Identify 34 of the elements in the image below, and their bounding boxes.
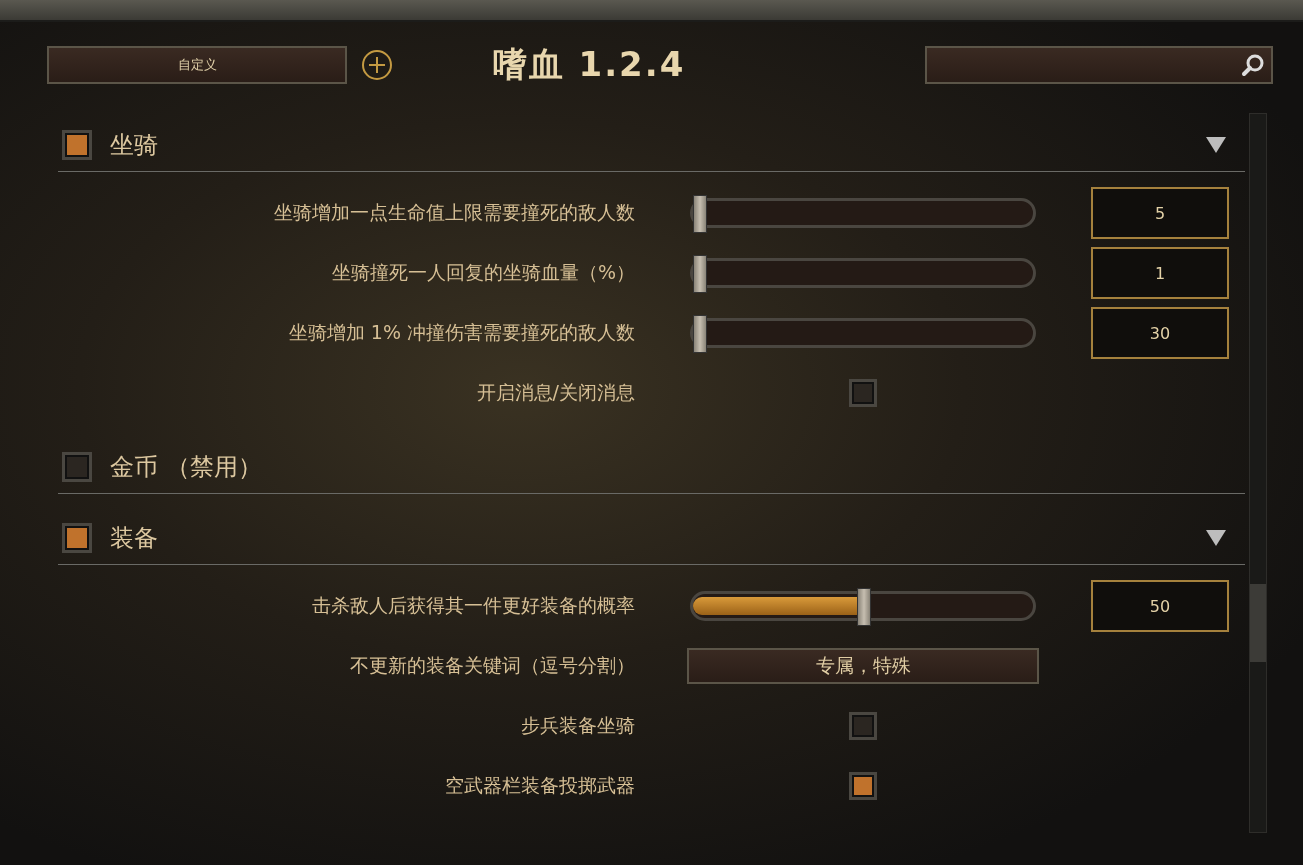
checkbox[interactable] <box>849 379 877 407</box>
add-icon[interactable] <box>361 49 393 81</box>
setting-label: 开启消息/关闭消息 <box>475 380 635 405</box>
setting-label: 步兵装备坐骑 <box>520 713 635 738</box>
collapse-icon[interactable] <box>1205 136 1227 154</box>
value-field[interactable]: 5 <box>1091 187 1229 239</box>
preset-button[interactable]: 自定义 <box>47 46 347 84</box>
setting-label: 空武器栏装备投掷武器 <box>444 773 635 798</box>
setting-label: 坐骑增加一点生命值上限需要撞死的敌人数 <box>273 200 635 225</box>
section-title[interactable]: 装备 <box>110 522 1205 554</box>
setting-label: 击杀敌人后获得其一件更好装备的概率 <box>311 593 635 618</box>
search-icon[interactable] <box>1241 53 1265 77</box>
checkbox[interactable] <box>849 712 877 740</box>
input-field[interactable]: 专属，特殊 <box>687 648 1039 684</box>
setting-label: 坐骑撞死一人回复的坐骑血量（%） <box>330 260 635 285</box>
slider-handle[interactable] <box>693 315 707 353</box>
value-field[interactable]: 1 <box>1091 247 1229 299</box>
mod-title: 嗜血 1.2.4 <box>491 43 687 86</box>
scrollbar[interactable] <box>1249 113 1267 833</box>
section-checkbox[interactable] <box>62 130 92 160</box>
slider-handle[interactable] <box>693 195 707 233</box>
section-title[interactable]: 金币 （禁用） <box>110 451 1245 483</box>
collapse-icon[interactable] <box>1205 529 1227 547</box>
setting-label: 坐骑增加 1% 冲撞伤害需要撞死的敌人数 <box>287 320 635 345</box>
setting-label: 不更新的装备关键词（逗号分割） <box>349 653 635 678</box>
section-title[interactable]: 坐骑 <box>110 129 1205 161</box>
slider-handle[interactable] <box>857 588 871 626</box>
slider-handle[interactable] <box>693 255 707 293</box>
value-field[interactable]: 50 <box>1091 580 1229 632</box>
checkbox[interactable] <box>849 772 877 800</box>
value-field[interactable]: 30 <box>1091 307 1229 359</box>
section-checkbox[interactable] <box>62 452 92 482</box>
search-field[interactable] <box>925 46 1273 84</box>
section-checkbox[interactable] <box>62 523 92 553</box>
